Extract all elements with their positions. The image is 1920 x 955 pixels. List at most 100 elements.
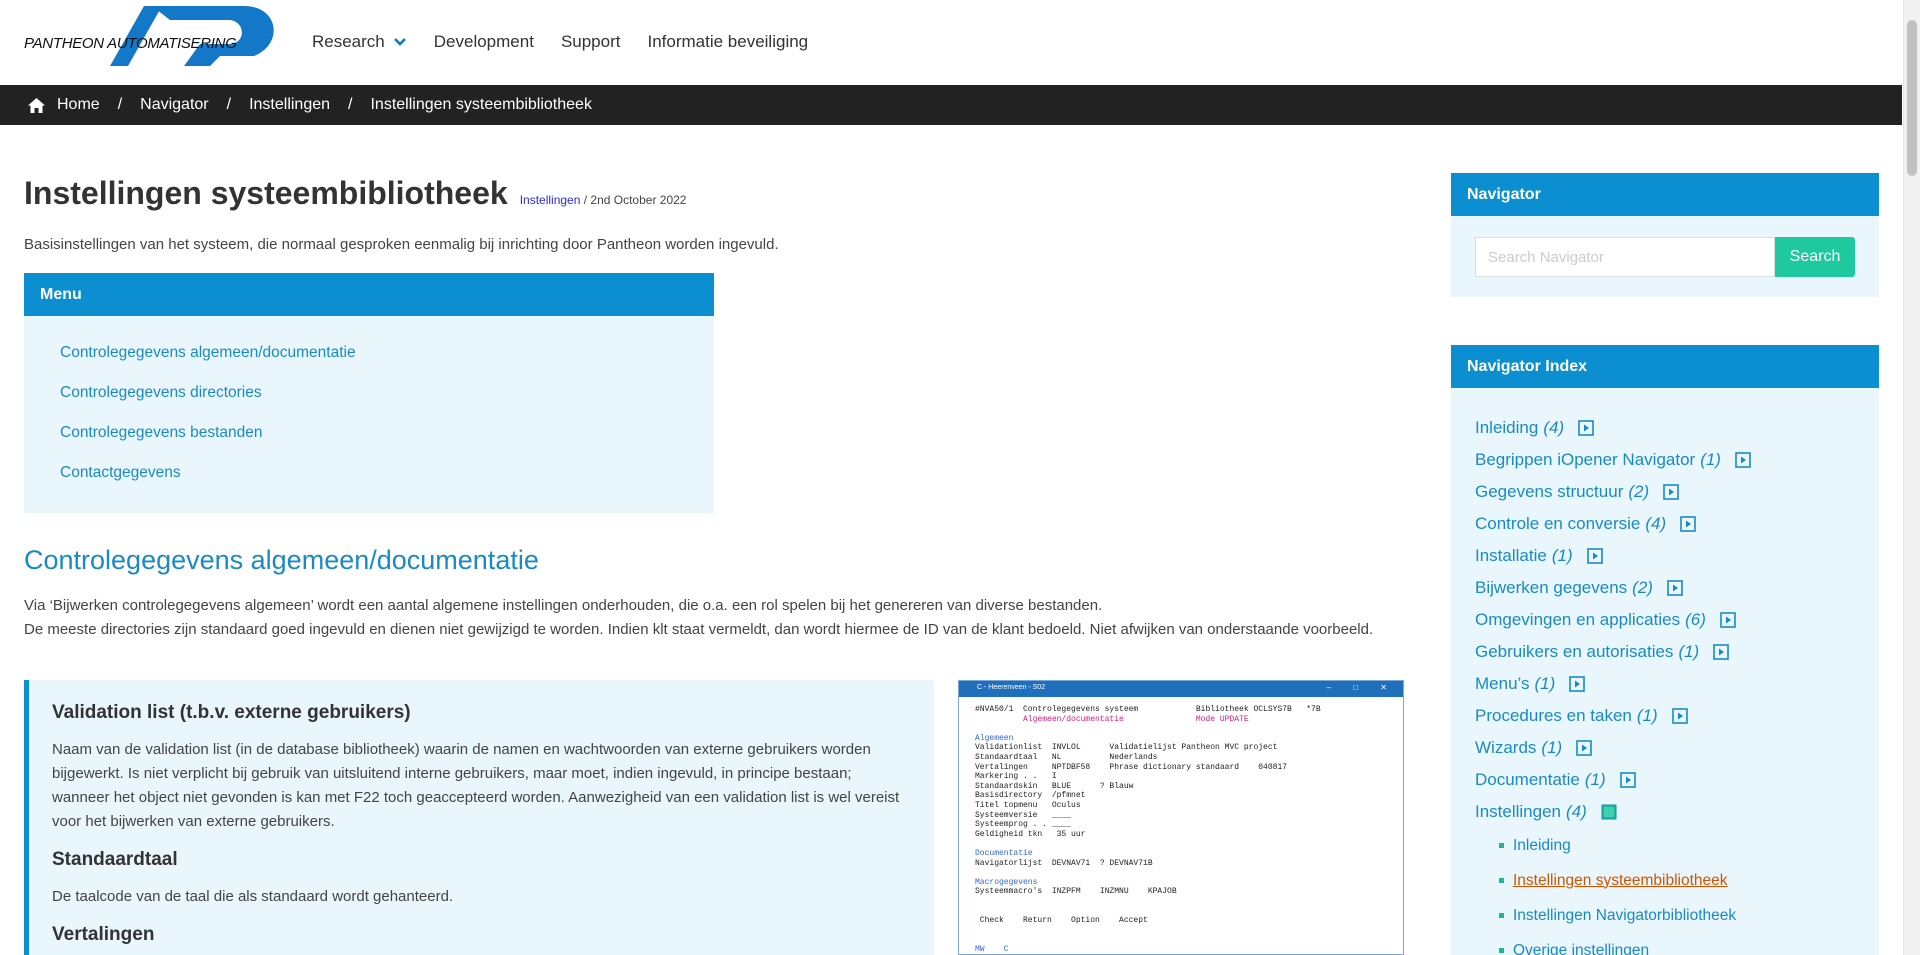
expand-toggle-icon[interactable] bbox=[1671, 708, 1688, 724]
index-sub-item-active[interactable]: Instellingen systeembibliotheek bbox=[1499, 863, 1879, 898]
bullet-icon bbox=[1499, 843, 1504, 848]
logo-text: PANTHEON AUTOMATISERING bbox=[24, 35, 237, 52]
index-item-count: (2) bbox=[1628, 482, 1650, 501]
nav-development[interactable]: Development bbox=[434, 32, 534, 52]
info-heading: Standaardtaal bbox=[52, 849, 178, 870]
index-sub-item-label: Instellingen Navigatorbibliotheek bbox=[1513, 906, 1737, 924]
index-item[interactable]: Bijwerken gegevens (2) bbox=[1475, 572, 1879, 604]
index-item-label: Bijwerken gegevens bbox=[1475, 578, 1628, 597]
terminal-line: Validationlist INVLOL Validatielijst Pan… bbox=[975, 743, 1278, 753]
index-item[interactable]: Procedures en taken (1) bbox=[1475, 700, 1879, 732]
index-item-count: (1) bbox=[1700, 450, 1721, 469]
expand-toggle-icon[interactable] bbox=[1586, 548, 1603, 564]
search-input[interactable] bbox=[1475, 237, 1775, 277]
breadcrumb-separator: / bbox=[348, 96, 353, 113]
chevron-down-icon bbox=[393, 38, 406, 46]
index-item[interactable]: Controle en conversie (4) bbox=[1475, 508, 1879, 540]
index-item[interactable]: Installatie (1) bbox=[1475, 540, 1879, 572]
terminal-line: Markering . . I bbox=[975, 772, 1057, 782]
home-icon[interactable] bbox=[28, 97, 45, 113]
terminal-line: Macrogegevens bbox=[975, 877, 1038, 887]
index-item[interactable]: Begrippen iOpener Navigator (1) bbox=[1475, 444, 1879, 476]
terminal-line: Navigatorlijst DEVNAV71 ? DEVNAV71B bbox=[975, 858, 1153, 868]
terminal-line: Systeemprog . . ____ bbox=[975, 820, 1072, 830]
index-sub-item[interactable]: Instellingen Navigatorbibliotheek bbox=[1499, 898, 1879, 933]
info-box: Validation list (t.b.v. externe gebruike… bbox=[24, 680, 934, 955]
index-item-count: (1) bbox=[1584, 770, 1606, 789]
scrollbar-thumb[interactable] bbox=[1907, 20, 1917, 176]
index-item-count: (4) bbox=[1566, 802, 1587, 821]
breadcrumb-navigator[interactable]: Navigator bbox=[140, 96, 208, 114]
terminal-line: Standaardtaal NL Nederlands bbox=[975, 752, 1158, 762]
index-item[interactable]: Inleiding (4) bbox=[1475, 412, 1879, 444]
index-item-count: (1) bbox=[1551, 546, 1573, 565]
index-item[interactable]: Instellingen (4) bbox=[1475, 796, 1879, 828]
expand-toggle-icon[interactable] bbox=[1680, 516, 1696, 532]
expand-toggle-icon[interactable] bbox=[1576, 740, 1592, 756]
expand-toggle-icon[interactable] bbox=[1713, 644, 1730, 660]
site-header: PANTHEON AUTOMATISERING Research Develop… bbox=[0, 0, 1902, 85]
index-item[interactable]: Wizards (1) bbox=[1475, 732, 1879, 764]
index-item[interactable]: Omgevingen en applicaties (6) bbox=[1475, 604, 1879, 636]
index-item[interactable]: Documentatie (1) bbox=[1475, 764, 1879, 796]
index-item[interactable]: Gegevens structuur (2) bbox=[1475, 476, 1879, 508]
navigator-index-panel: Navigator Index Inleiding (4) Begrippen iO… bbox=[1451, 345, 1879, 955]
menu-link[interactable]: Controlegegevens bestanden bbox=[60, 424, 714, 464]
index-item-label: Gegevens structuur bbox=[1475, 482, 1624, 501]
terminal-line: Systeemmacro's INZPFM INZMNU KPAJOB bbox=[975, 887, 1177, 897]
expand-toggle-icon[interactable] bbox=[1667, 580, 1683, 596]
index-item[interactable]: Menu’s (1) bbox=[1475, 668, 1879, 700]
menu-link[interactable]: Controlegegevens algemeen/documentatie bbox=[60, 344, 714, 384]
expand-toggle-icon[interactable] bbox=[1619, 772, 1636, 788]
terminal-line: #NVA50/1 Controlegegevens systeem Biblio… bbox=[975, 705, 1321, 714]
expand-toggle-icon[interactable] bbox=[1663, 484, 1679, 500]
search-button[interactable]: Search bbox=[1775, 237, 1855, 277]
terminal-line: Vertalingen NPTDBF58 Phrase dictionary s… bbox=[975, 762, 1288, 772]
nav-research-label: Research bbox=[312, 32, 385, 51]
nav-research[interactable]: Research bbox=[312, 32, 407, 52]
menu-link[interactable]: Contactgegevens bbox=[60, 464, 714, 504]
breadcrumb-home[interactable]: Home bbox=[57, 96, 100, 114]
main-nav: Research Development Support Informatie … bbox=[312, 32, 835, 52]
index-sub-item[interactable]: Overige instellingen bbox=[1499, 933, 1879, 955]
breadcrumb-separator: / bbox=[117, 96, 123, 113]
page-scrollbar[interactable] bbox=[1903, 0, 1920, 955]
terminal-line: Geldigheid tkn 35 uur bbox=[975, 829, 1086, 839]
expand-toggle-icon[interactable] bbox=[1569, 676, 1586, 692]
category-link[interactable]: Instellingen bbox=[520, 193, 581, 207]
expand-toggle-icon[interactable] bbox=[1720, 612, 1736, 628]
index-item-label: Omgevingen en applicaties bbox=[1475, 610, 1681, 629]
expand-toggle-icon[interactable] bbox=[1578, 420, 1594, 436]
menu-list: Controlegegevens algemeen/documentatie C… bbox=[24, 316, 714, 504]
breadcrumb-instellingen[interactable]: Instellingen bbox=[249, 96, 330, 114]
info-paragraph: De taalcode van de taal die als standaar… bbox=[52, 888, 454, 905]
index-item-label: Wizards bbox=[1475, 738, 1537, 757]
section-paragraph: De meeste directories zijn standaard goe… bbox=[24, 621, 1374, 638]
index-sub-item-label: Instellingen systeembibliotheek bbox=[1513, 871, 1728, 889]
expanded-toggle-icon[interactable] bbox=[1601, 804, 1617, 820]
index-item-count: (1) bbox=[1678, 642, 1700, 661]
nav-informatie-beveiliging[interactable]: Informatie beveiliging bbox=[647, 32, 808, 52]
nav-support[interactable]: Support bbox=[561, 32, 621, 52]
index-item-count: (4) bbox=[1645, 514, 1667, 533]
menu-link[interactable]: Controlegegevens directories bbox=[60, 384, 714, 424]
page-title-row: Instellingen systeembibliotheek Instelli… bbox=[24, 175, 686, 212]
pantheon-logo[interactable]: PANTHEON AUTOMATISERING bbox=[24, 4, 276, 66]
page-title: Instellingen systeembibliotheek bbox=[24, 175, 508, 211]
expand-toggle-icon[interactable] bbox=[1735, 452, 1751, 468]
terminal-screenshot[interactable]: C - Heerenveen - S02 – □ ✕ #NVA50/1 Cont… bbox=[958, 680, 1404, 955]
index-sub-item-label: Overige instellingen bbox=[1513, 941, 1650, 955]
index-sub-item[interactable]: Inleiding bbox=[1499, 828, 1879, 863]
bullet-icon bbox=[1499, 878, 1504, 883]
index-item[interactable]: Gebruikers en autorisaties (1) bbox=[1475, 636, 1879, 668]
page-intro: Basisinstellingen van het systeem, die n… bbox=[24, 236, 779, 253]
index-item-label: Procedures en taken bbox=[1475, 706, 1632, 725]
index-item-label: Menu’s bbox=[1475, 674, 1530, 693]
index-list: Inleiding (4) Begrippen iOpener Navigator(… bbox=[1451, 388, 1879, 955]
window-controls-icon: – □ ✕ bbox=[1326, 683, 1397, 692]
terminal-line: Documentatie bbox=[975, 848, 1033, 858]
screenshot-body: #NVA50/1 Controlegegevens systeem Biblio… bbox=[959, 697, 1403, 954]
